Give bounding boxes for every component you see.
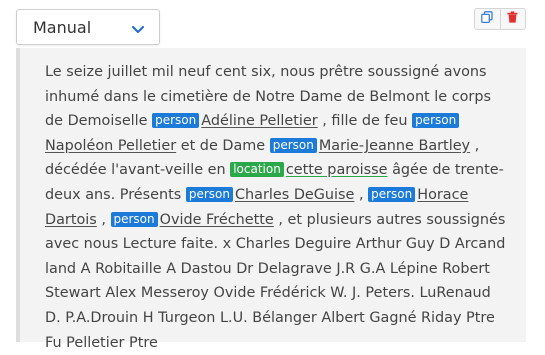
entity-tag-person: person: [152, 113, 200, 129]
entity-marie-jeanne-bartley[interactable]: Marie-Jeanne Bartley: [319, 138, 470, 154]
entity-charles-deguise[interactable]: Charles DeGuise: [235, 187, 354, 203]
entity-tag-person: person: [368, 186, 416, 202]
chevron-down-icon: [131, 22, 145, 40]
text-segment: , fille de feu: [322, 113, 408, 130]
text-segment: ,: [358, 186, 364, 203]
mode-select[interactable]: Manual: [16, 9, 160, 45]
trash-icon: [507, 10, 518, 28]
annotation-toolbar: [474, 8, 526, 30]
text-segment: , et plusieurs autres soussignés avec no…: [45, 211, 506, 351]
mode-select-value: Manual: [33, 18, 92, 37]
copy-button[interactable]: [475, 9, 500, 29]
entity-ovide-frechette[interactable]: Ovide Fréchette: [160, 212, 274, 228]
document-text-panel: Le seize juillet mil neuf cent six, nous…: [16, 48, 526, 351]
text-segment: ,: [101, 211, 106, 228]
entity-napoleon-pelletier[interactable]: Napoléon Pelletier: [45, 138, 176, 154]
text-segment: et de Dame: [180, 137, 266, 154]
delete-button[interactable]: [499, 9, 526, 29]
entity-tag-person: person: [110, 211, 158, 227]
entity-tag-person: person: [412, 113, 460, 129]
entity-tag-location: location: [230, 162, 284, 178]
entity-adeline-pelletier[interactable]: Adéline Pelletier: [201, 113, 317, 129]
entity-cette-paroisse[interactable]: cette paroisse: [286, 162, 388, 178]
entity-tag-person: person: [269, 137, 317, 153]
copy-icon: [481, 10, 493, 28]
annotated-paragraph: Le seize juillet mil neuf cent six, nous…: [45, 60, 510, 355]
entity-tag-person: person: [185, 186, 233, 202]
